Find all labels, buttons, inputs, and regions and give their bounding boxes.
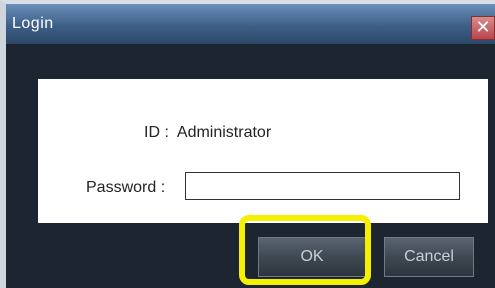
title-bar: Login ✕	[6, 4, 495, 44]
ok-button-highlight	[239, 215, 371, 285]
close-button[interactable]: ✕	[471, 16, 495, 40]
login-form-panel: ID : Administrator Password :	[38, 79, 488, 223]
id-label: ID :	[144, 124, 169, 141]
close-icon: ✕	[475, 17, 491, 37]
password-field[interactable]	[185, 172, 460, 200]
window-title: Login	[12, 15, 54, 32]
cancel-button[interactable]: Cancel	[384, 237, 474, 277]
id-row: ID : Administrator	[144, 124, 271, 142]
password-label: Password :	[86, 179, 166, 196]
id-value: Administrator	[176, 124, 272, 141]
